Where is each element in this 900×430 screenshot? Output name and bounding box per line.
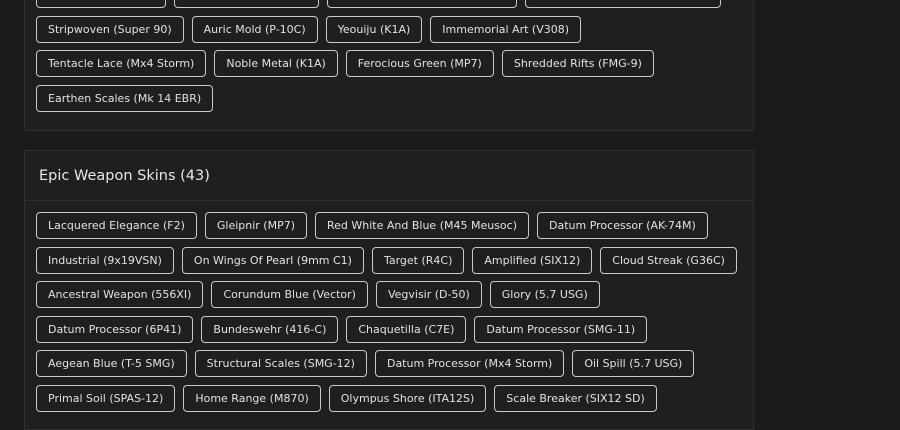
weapon-skin-tag[interactable]: Noble Metal (K1A)	[214, 50, 338, 77]
weapon-skin-tag[interactable]: Chaquetilla (C7E)	[346, 315, 467, 343]
weapon-skin-tag[interactable]: Datum Processor (SMG-11)	[474, 315, 648, 343]
skin-tag-row: Ancestral Weapon (556XI) Corundum Blue (V…	[36, 281, 753, 308]
skin-tag-row: Lacquered Elegance (F2) Gleipnir (MP7) Red…	[36, 212, 753, 239]
weapon-skin-tag[interactable]: Shredded Rifts (FMG-9)	[501, 50, 654, 77]
skin-tag-row: Primal Soil (SPAS-12) Home Range (M870) Ol…	[36, 384, 753, 412]
weapon-skin-tag[interactable]: Target (R4C)	[371, 246, 465, 274]
weapon-skin-tag[interactable]: Stripwoven (Super 90)	[36, 15, 184, 43]
weapon-skin-tag[interactable]: Cloud Streak (G36C)	[600, 246, 737, 274]
weapon-skin-tag[interactable]: Lacquered Elegance (F2)	[36, 212, 197, 239]
weapon-skin-tag[interactable]: Unbreakable Shine (CSRX300)	[326, 0, 518, 8]
weapon-skin-tag[interactable]: Datum Processor (Mx4 Storm)	[374, 350, 565, 377]
weapon-skin-tag[interactable]: Vegvisir (D-50)	[375, 281, 482, 308]
epic-section-header: Epic Weapon Skins (43)	[25, 151, 753, 201]
weapon-skin-tag[interactable]: Ancestral Weapon (556XI)	[36, 281, 204, 308]
skin-tag-row: Tentacle Lace (Mx4 Storm) Noble Metal (K1…	[36, 50, 753, 77]
upper-skin-tag-list: Air Raid (CSRX300) Stone Talon (T-5 SMG) U…	[25, 0, 753, 112]
weapon-skins-panel-upper: Air Raid (CSRX300) Stone Talon (T-5 SMG) U…	[24, 0, 754, 131]
weapon-skin-tag[interactable]: Air Raid (CSRX300)	[36, 0, 166, 8]
weapon-skin-tag[interactable]: Tentacle Lace (Mx4 Storm)	[36, 50, 207, 77]
weapon-skin-tag[interactable]: Auric Mold (P-10C)	[191, 15, 318, 43]
epic-weapon-skins-panel: Epic Weapon Skins (43) Lacquered Eleganc…	[24, 150, 754, 430]
epic-skin-tag-list: Lacquered Elegance (F2) Gleipnir (MP7) Red…	[25, 201, 753, 412]
weapon-skin-tag[interactable]: Aegean Blue (T-5 SMG)	[36, 350, 187, 377]
weapon-skin-tag[interactable]: Datum Processor (6P41)	[36, 315, 194, 343]
skin-tag-row: Aegean Blue (T-5 SMG) Structural Scales (…	[36, 350, 753, 377]
weapon-skin-tag[interactable]: Datum Processor (AK-74M)	[537, 212, 708, 239]
weapon-skin-tag[interactable]: Scavenged Wonder (PARA-308)	[525, 0, 721, 8]
weapon-skin-tag[interactable]: Immemorial Art (V308)	[430, 15, 582, 43]
weapon-skin-tag[interactable]: Amplified (SIX12)	[472, 246, 593, 274]
weapon-skin-tag[interactable]: Yeouiju (K1A)	[325, 15, 423, 43]
weapon-skin-tag[interactable]: Stone Talon (T-5 SMG)	[173, 0, 319, 8]
skin-tag-row: Datum Processor (6P41) Bundeswehr (416-C)…	[36, 315, 753, 343]
epic-section-title: Epic Weapon Skins (43)	[39, 167, 210, 184]
weapon-skin-tag[interactable]: Earthen Scales (Mk 14 EBR)	[36, 84, 214, 112]
weapon-skin-tag[interactable]: Scale Breaker (SIX12 SD)	[494, 384, 657, 412]
weapon-skin-tag[interactable]: Industrial (9x19VSN)	[36, 246, 174, 274]
weapon-skin-tag[interactable]: Gleipnir (MP7)	[204, 212, 307, 239]
weapon-skin-tag[interactable]: Corundum Blue (Vector)	[211, 281, 368, 308]
weapon-skin-tag[interactable]: On Wings Of Pearl (9mm C1)	[181, 246, 364, 274]
weapon-skin-tag[interactable]: Oil Spill (5.7 USG)	[572, 350, 695, 377]
skin-tag-row: Stripwoven (Super 90) Auric Mold (P-10C) Y…	[36, 15, 753, 43]
weapon-skin-tag[interactable]: Bundeswehr (416-C)	[201, 315, 339, 343]
skin-tag-row: Earthen Scales (Mk 14 EBR)	[36, 84, 753, 112]
weapon-skin-tag[interactable]: Glory (5.7 USG)	[489, 281, 600, 308]
weapon-skin-tag[interactable]: Primal Soil (SPAS-12)	[36, 384, 176, 412]
weapon-skin-tag[interactable]: Ferocious Green (MP7)	[345, 50, 494, 77]
weapon-skin-tag[interactable]: Olympus Shore (ITA12S)	[328, 384, 487, 412]
weapon-skin-tag[interactable]: Structural Scales (SMG-12)	[194, 350, 367, 377]
skin-tag-row: Industrial (9x19VSN) On Wings Of Pearl (9…	[36, 246, 753, 274]
weapon-skin-tag[interactable]: Red White And Blue (M45 Meusoc)	[315, 212, 529, 239]
weapon-skin-tag[interactable]: Home Range (M870)	[183, 384, 321, 412]
skin-tag-row: Air Raid (CSRX300) Stone Talon (T-5 SMG) U…	[36, 0, 753, 8]
